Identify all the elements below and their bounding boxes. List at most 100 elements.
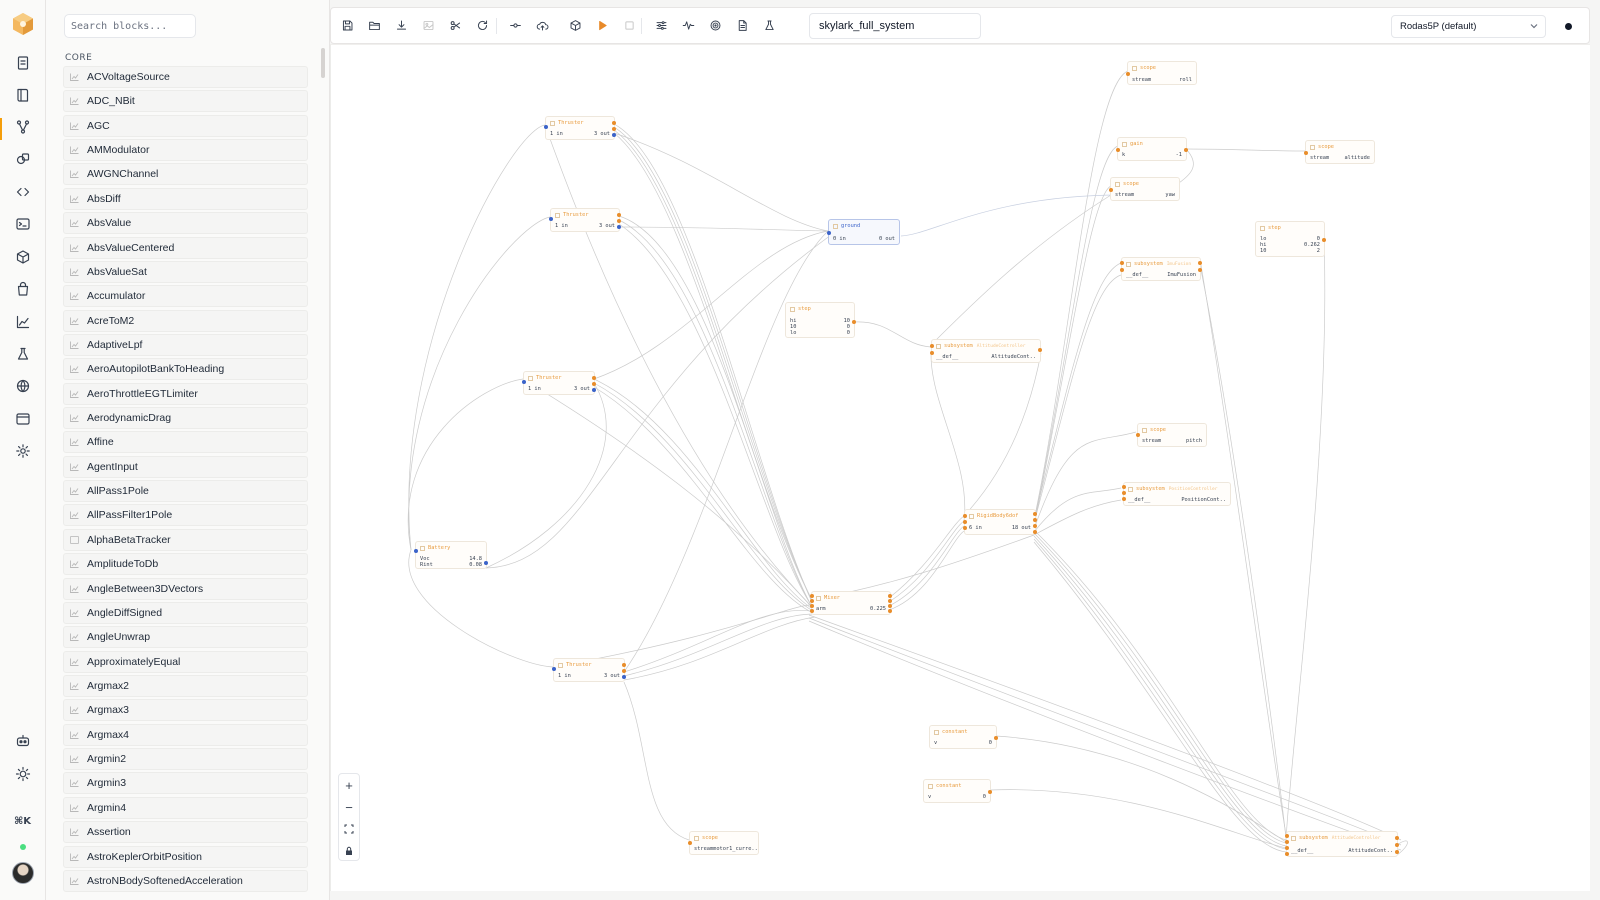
output-port[interactable]: [1033, 512, 1037, 516]
input-port[interactable]: [549, 217, 553, 221]
flask-icon[interactable]: [14, 345, 32, 363]
graph-icon[interactable]: [14, 118, 32, 136]
block-list-item[interactable]: Argmax3: [63, 699, 308, 722]
input-port[interactable]: [1285, 840, 1289, 844]
terminal-icon[interactable]: [14, 215, 32, 233]
scope-yaw-node[interactable]: scope stream yaw: [1109, 177, 1180, 201]
block-list-item[interactable]: Argmax2: [63, 674, 308, 697]
block-list-item[interactable]: AmplitudeToDb: [63, 553, 308, 576]
waveform-button[interactable]: [680, 17, 696, 33]
output-port[interactable]: [888, 609, 892, 613]
sliders-button[interactable]: [653, 17, 669, 33]
refresh-button[interactable]: [474, 17, 490, 33]
input-port[interactable]: [1304, 151, 1308, 155]
input-port[interactable]: [827, 231, 831, 235]
attitude-subsystem-node[interactable]: subsystem AttitudeController __def__ Attit…: [1285, 831, 1399, 857]
output-port[interactable]: [484, 561, 488, 565]
play-button[interactable]: [594, 17, 610, 33]
thruster-node[interactable]: Thruster 1 in 3 out: [549, 208, 621, 232]
output-port[interactable]: [1395, 850, 1399, 854]
output-port[interactable]: [888, 604, 892, 608]
constant-node[interactable]: constant v 0: [929, 725, 998, 749]
output-port[interactable]: [1198, 261, 1202, 265]
block-list-item[interactable]: Assertion: [63, 821, 308, 844]
chart-icon[interactable]: [14, 313, 32, 331]
file-button[interactable]: [734, 17, 750, 33]
window-icon[interactable]: [14, 410, 32, 428]
image-button[interactable]: [420, 17, 436, 33]
command-shortcut[interactable]: ⌘K: [14, 816, 31, 827]
input-port[interactable]: [810, 599, 814, 603]
block-list-item[interactable]: AcreToM2: [63, 309, 308, 332]
rigid-body-node[interactable]: RigidBody6dof 6 in 18 out: [963, 509, 1037, 535]
imu-subsystem-node[interactable]: subsystem ImuFusion __def__ ImuFusion: [1120, 257, 1202, 281]
output-port[interactable]: [592, 388, 596, 392]
output-port[interactable]: [988, 790, 992, 794]
input-port[interactable]: [963, 520, 967, 524]
output-port[interactable]: [1322, 238, 1326, 242]
step-node[interactable]: step lo 0 hi 0.262 10 2: [1255, 221, 1326, 257]
input-port[interactable]: [1285, 834, 1289, 838]
block-list-item[interactable]: ACVoltageSource: [63, 66, 308, 88]
output-port[interactable]: [617, 219, 621, 223]
block-list-item[interactable]: AbsValueCentered: [63, 236, 308, 259]
stop-button[interactable]: [621, 17, 637, 33]
altitude-subsystem-node[interactable]: subsystem AltitudeController __def__ Altit…: [930, 339, 1042, 363]
upload-cloud-button[interactable]: [534, 17, 550, 33]
input-port[interactable]: [810, 609, 814, 613]
block-list-item[interactable]: AerodynamicDrag: [63, 407, 308, 430]
settings-icon[interactable]: [14, 442, 32, 460]
output-port[interactable]: [592, 382, 596, 386]
output-port[interactable]: [994, 736, 998, 740]
thruster-node[interactable]: Thruster 1 in 3 out: [544, 116, 616, 140]
target-button[interactable]: [707, 17, 723, 33]
block-list-item[interactable]: AdaptiveLpf: [63, 333, 308, 356]
input-port[interactable]: [930, 351, 934, 355]
output-port[interactable]: [888, 599, 892, 603]
save-button[interactable]: [339, 17, 355, 33]
bag-icon[interactable]: [14, 280, 32, 298]
app-logo-icon[interactable]: [11, 12, 35, 36]
block-list-item[interactable]: ADC_NBit: [63, 90, 308, 113]
output-port[interactable]: [612, 133, 616, 137]
block-list-item[interactable]: AbsValueSat: [63, 260, 308, 283]
flask-button[interactable]: [761, 17, 777, 33]
scope-altitude-node[interactable]: scope stream altitude: [1304, 140, 1375, 164]
ground-node[interactable]: ground 0 in 0 out: [827, 219, 900, 245]
block-list-item[interactable]: AeroThrottleEGTLimiter: [63, 382, 308, 405]
robot-icon[interactable]: [14, 732, 32, 750]
globe-icon[interactable]: [14, 377, 32, 395]
book-icon[interactable]: [14, 86, 32, 104]
input-port[interactable]: [1116, 148, 1120, 152]
output-port[interactable]: [612, 121, 616, 125]
mixer-node[interactable]: Mixer arm 0.225: [810, 591, 892, 615]
solver-select[interactable]: Rodas5P (default): [1391, 15, 1546, 38]
block-list-item[interactable]: AbsValue: [63, 212, 308, 235]
input-port[interactable]: [552, 667, 556, 671]
input-port[interactable]: [1136, 433, 1140, 437]
input-port[interactable]: [522, 380, 526, 384]
output-port[interactable]: [617, 213, 621, 217]
block-list-item[interactable]: AstroNBodySoftenedAcceleration: [63, 869, 308, 892]
scope-motor-node[interactable]: scope stream motor1_curre..: [688, 831, 759, 855]
code-icon[interactable]: [14, 183, 32, 201]
output-port[interactable]: [612, 127, 616, 131]
output-port[interactable]: [1395, 836, 1399, 840]
input-port[interactable]: [810, 594, 814, 598]
input-port[interactable]: [930, 344, 934, 348]
block-list-item[interactable]: AstroKeplerOrbitPosition: [63, 845, 308, 868]
avatar[interactable]: [12, 862, 34, 884]
scope-pitch-node[interactable]: scope stream pitch: [1136, 423, 1207, 447]
input-port[interactable]: [1120, 261, 1124, 265]
input-port[interactable]: [688, 841, 692, 845]
block-list-item[interactable]: AngleDiffSigned: [63, 601, 308, 624]
input-port[interactable]: [963, 526, 967, 530]
zoom-in-button[interactable]: +: [339, 774, 359, 796]
output-port[interactable]: [888, 594, 892, 598]
block-list-item[interactable]: AllPassFilter1Pole: [63, 504, 308, 527]
input-port[interactable]: [1122, 485, 1126, 489]
output-port[interactable]: [1033, 530, 1037, 534]
block-list-item[interactable]: Affine: [63, 431, 308, 454]
output-port[interactable]: [1184, 148, 1188, 152]
output-port[interactable]: [592, 376, 596, 380]
